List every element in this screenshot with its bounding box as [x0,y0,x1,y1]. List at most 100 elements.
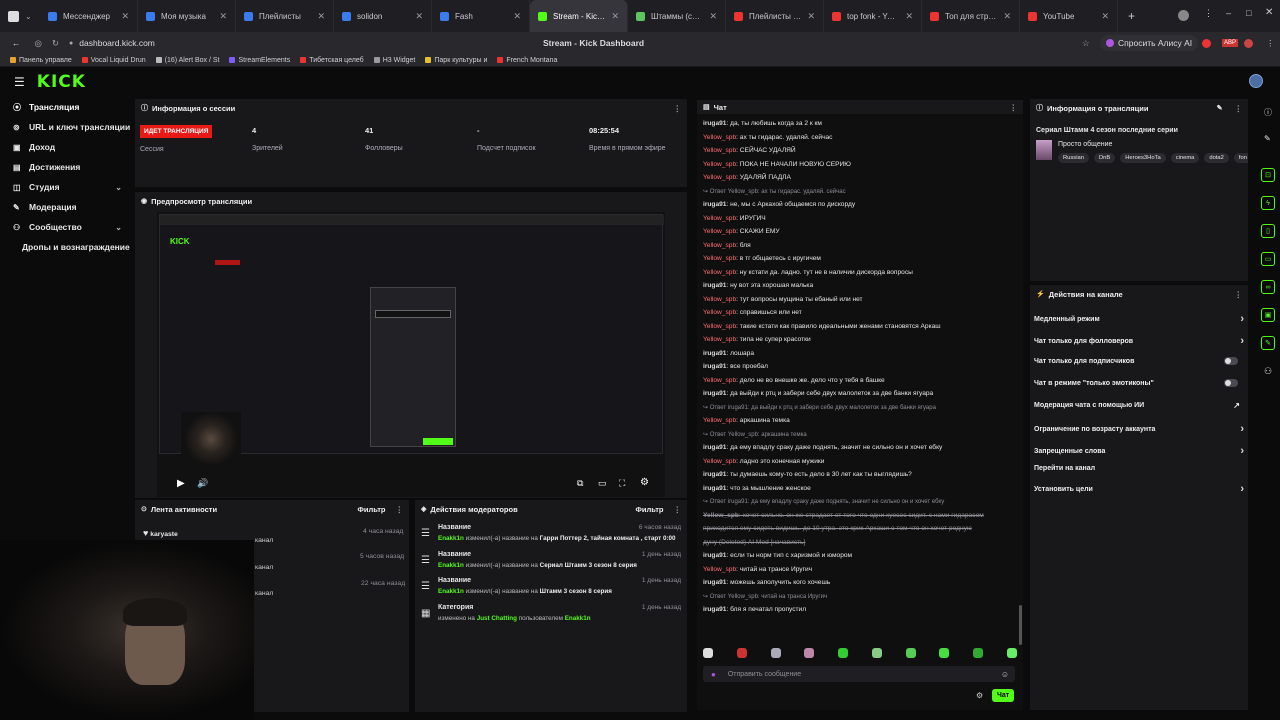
browser-tab[interactable]: Плейлисты ✕ [236,0,334,32]
sidebar-item[interactable]: ⚇ Сообщество ⌄ [0,217,132,237]
more-options-icon[interactable]: ⋮ [1235,104,1243,113]
follower-name[interactable]: karyaste [150,531,178,538]
mod-action-user[interactable]: Enakk1n [565,615,591,622]
rail-save-icon[interactable]: ▣ [1261,308,1275,322]
chat-username[interactable]: iruga91 [703,363,726,370]
emote-icon[interactable] [1006,648,1017,658]
more-options-icon[interactable]: ⋮ [674,104,682,113]
chat-username[interactable]: iruga91 [703,201,726,208]
chat-username[interactable]: Yellow_spb [703,215,736,222]
chat-username[interactable]: iruga91 [703,471,726,478]
bookmark-star-icon[interactable]: ☆ [1082,38,1090,49]
mod-action-user[interactable]: Enakk1n [438,588,464,595]
chat-username[interactable]: iruga91 [703,552,726,559]
tab-close-icon[interactable]: ✕ [807,11,815,22]
channel-action-row[interactable]: Чат только для фолловеров › [1034,335,1244,347]
mod-action-user[interactable]: Enakk1n [438,535,464,542]
stream-video[interactable]: KICK ▶ 🔊 ⧉ ▭ ⛶ ⚙ [157,212,665,497]
chat-username[interactable]: Yellow_spb [703,309,736,316]
bookmark-item[interactable]: StreamElements [229,57,290,64]
emote-icon[interactable] [838,648,849,658]
channel-action-row[interactable]: Установить цели › [1034,483,1244,495]
tab-close-icon[interactable]: ✕ [317,11,325,22]
rail-scan-icon[interactable]: ⊡ [1261,168,1275,182]
chat-username[interactable]: Yellow_spb [703,147,736,154]
settings-gear-icon[interactable]: ⚙ [640,477,649,488]
chat-username[interactable]: Yellow_spb [703,174,736,181]
browser-menu-dots-icon[interactable]: ⋮ [1266,38,1275,49]
downloads-icon[interactable]: ⋮ [1204,8,1213,19]
tab-close-icon[interactable]: ✕ [905,11,913,22]
chat-username[interactable]: Yellow_spb [703,134,736,141]
category-name[interactable]: Просто общение [1058,141,1112,148]
theater-icon[interactable]: ▭ [598,478,607,489]
maximize-icon[interactable]: □ [1246,8,1251,18]
chat-username[interactable]: iruga91 [703,444,726,451]
rail-link-icon[interactable]: ∞ [1261,280,1275,294]
tab-close-icon[interactable]: ✕ [709,11,717,22]
emote-icon[interactable] [770,648,781,658]
tag-pill[interactable]: fon [1233,153,1248,163]
bookmark-item[interactable]: Панель управле [10,57,72,64]
chat-username[interactable]: Yellow_spb [703,228,736,235]
chat-username[interactable]: Yellow_spb [703,323,736,330]
close-window-icon[interactable]: ✕ [1265,7,1273,18]
channel-action-row[interactable]: Ограничение по возрасту аккаунта › [1034,423,1244,435]
channel-action-row[interactable]: Чат только для подписчиков [1034,357,1244,365]
browser-tab[interactable]: Штаммы (сериал, 1, 2, 3, 4 ✕ [628,0,726,32]
rail-people-icon[interactable]: ⚇ [1264,366,1272,377]
shield-icon[interactable]: ◎ [35,38,42,49]
tab-close-icon[interactable]: ✕ [219,11,227,22]
tag-pill[interactable]: Russian [1058,153,1089,163]
browser-menu-icon[interactable] [8,10,19,22]
chat-username[interactable]: Yellow_spb [703,566,736,573]
emoji-icon[interactable]: ☺ [1001,670,1009,679]
browser-tab[interactable]: solidon ✕ [334,0,432,32]
rail-chat-icon[interactable]: ▭ [1261,252,1275,266]
back-icon[interactable]: ← [12,38,21,48]
bookmark-item[interactable]: (16) Alert Box / St [155,57,219,64]
chevron-right-icon[interactable]: › [1240,483,1244,495]
chat-username[interactable]: Yellow_spb [703,336,736,343]
browser-tab[interactable]: Топ для стрима - YouTub ✕ [922,0,1020,32]
chat-username[interactable]: Yellow_spb [703,296,736,303]
sidebar-item[interactable]: ⊚ URL и ключ трансляции [0,117,132,137]
kick-logo[interactable]: KICK [37,72,86,92]
chat-settings-icon[interactable]: ⚙ [976,691,983,700]
chat-username[interactable]: Yellow_spb [703,458,736,465]
chat-scrollbar[interactable] [1019,605,1022,645]
reload-icon[interactable]: ↻ [52,38,59,49]
more-options-icon[interactable]: ⋮ [674,505,682,514]
tab-close-icon[interactable]: ✕ [121,11,129,22]
emote-icon[interactable] [703,648,713,658]
extension-2-icon[interactable] [1244,38,1253,48]
chat-username[interactable]: Yellow_spb [703,377,736,384]
sidebar-item[interactable]: Дропы и вознаграждение [0,237,132,257]
chat-username[interactable]: iruga91 [703,282,726,289]
tab-close-icon[interactable]: ✕ [415,11,423,22]
chevron-down-icon[interactable]: ⌄ [115,183,122,192]
sidebar-item[interactable]: ✎ Модерация [0,197,132,217]
chevron-right-icon[interactable]: › [1240,313,1244,325]
tab-close-icon[interactable]: ✕ [1101,11,1109,22]
toggle-switch[interactable] [1224,379,1238,387]
browser-tab[interactable]: Fash ✕ [432,0,530,32]
channel-action-row[interactable]: Модерация чата с помощью ИИ ↗ [1034,401,1244,410]
adblock-icon[interactable]: ABP [1222,39,1239,47]
tab-close-icon[interactable]: ✕ [513,11,521,22]
browser-tab[interactable]: Моя музыка ✕ [138,0,236,32]
chevron-down-icon[interactable]: ⌄ [25,12,32,21]
rail-lightning-icon[interactable]: ϟ [1261,196,1275,210]
chevron-right-icon[interactable]: › [1240,445,1244,457]
info-icon[interactable]: ⓘ [1264,107,1272,118]
emote-icon[interactable] [871,648,882,658]
channel-action-row[interactable]: Запрещенные слова › [1034,445,1244,457]
sidebar-item[interactable]: ▤ Достижения [0,157,132,177]
browser-tab[interactable]: Stream - Kick Dashboard ✕ [530,0,628,32]
url-field[interactable]: dashboard.kick.com [79,38,155,48]
emote-icon[interactable] [736,648,747,658]
chat-username[interactable]: Yellow_spb [703,242,736,249]
tag-pill[interactable]: Heroes3HoTa [1120,153,1166,163]
volume-icon[interactable]: 🔊 [197,478,208,489]
browser-tab[interactable]: Мессенджер ✕ [40,0,138,32]
